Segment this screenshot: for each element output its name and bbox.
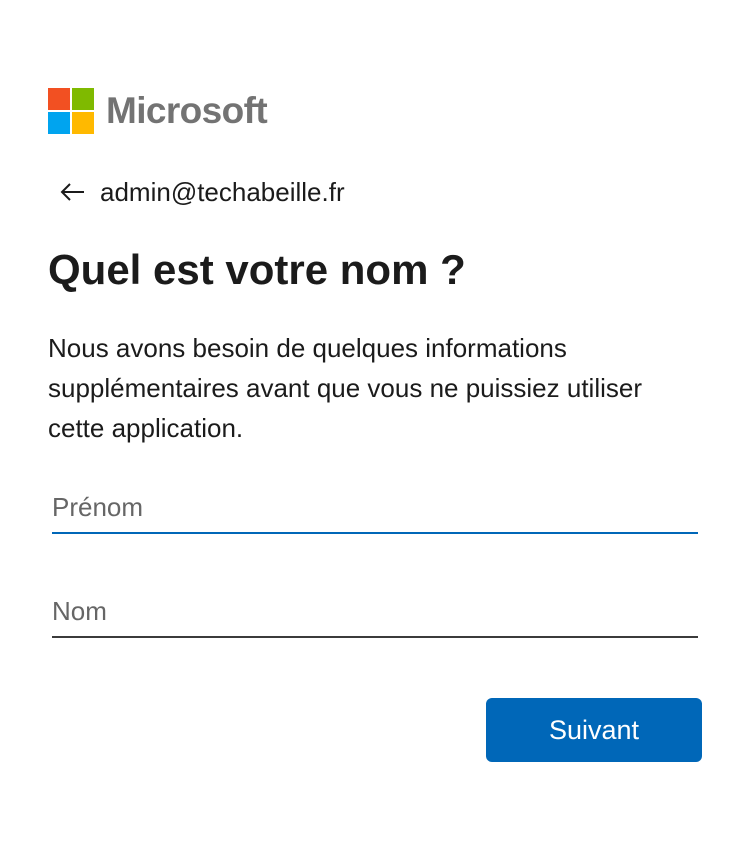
last-name-input[interactable] <box>52 586 698 638</box>
logo-square-green <box>72 88 94 110</box>
microsoft-logo-icon <box>48 88 94 134</box>
page-title: Quel est votre nom ? <box>48 246 466 293</box>
brand-name: Microsoft <box>106 90 268 131</box>
arrow-left-icon[interactable] <box>58 178 86 206</box>
first-name-input[interactable] <box>52 482 698 534</box>
identity-banner: admin@techabeille.fr <box>58 174 345 210</box>
logo-square-red <box>48 88 70 110</box>
logo-square-blue <box>48 112 70 134</box>
identity-email: admin@techabeille.fr <box>100 176 345 207</box>
sign-in-card: Microsoft admin@techabeille.fr Quel est … <box>0 0 750 863</box>
next-button[interactable]: Suivant <box>486 698 702 762</box>
page-description: Nous avons besoin de quelques informatio… <box>48 333 643 443</box>
microsoft-logo: Microsoft <box>48 88 268 134</box>
logo-square-yellow <box>72 112 94 134</box>
